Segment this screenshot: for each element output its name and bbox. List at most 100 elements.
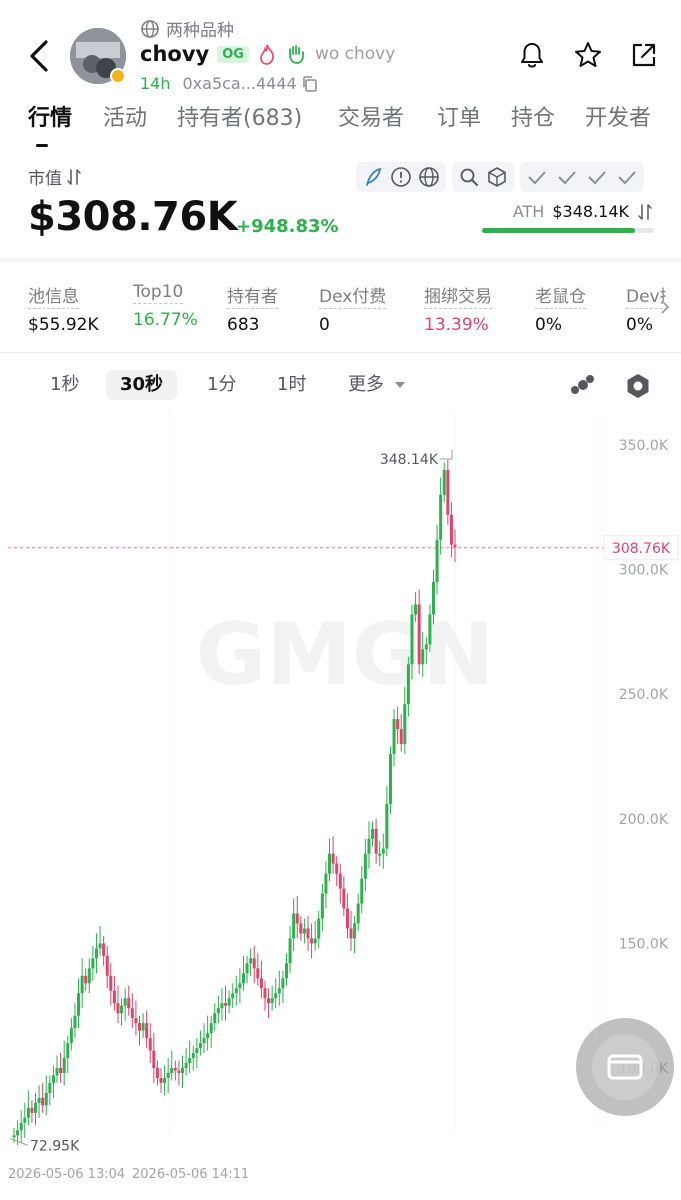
- search-icon[interactable]: [457, 165, 481, 189]
- floating-wallet-button[interactable]: [576, 1018, 674, 1116]
- candle-body: [324, 873, 328, 894]
- candle-body: [399, 729, 403, 745]
- check-group: [520, 162, 644, 192]
- active-tab-indicator: [36, 144, 48, 147]
- stat-pool[interactable]: 池信息 $55.92K: [28, 282, 99, 335]
- candle-body: [220, 1003, 224, 1009]
- candle-body: [349, 928, 353, 939]
- candle-body: [310, 938, 314, 944]
- candle-body: [328, 853, 332, 874]
- candle-body: [170, 1068, 174, 1073]
- feather-icon[interactable]: [361, 165, 385, 189]
- candle-body: [295, 913, 299, 924]
- tab-developer[interactable]: 开发者: [585, 100, 651, 132]
- candle-body: [320, 893, 324, 919]
- candle-body: [224, 1003, 228, 1006]
- caret-down-icon: [394, 382, 405, 388]
- candle-body: [371, 828, 375, 839]
- tab-holders[interactable]: 持有者(683): [177, 100, 302, 132]
- stat-dex-paid[interactable]: Dex付费 0: [319, 282, 387, 335]
- candle-body: [245, 963, 249, 974]
- copy-icon[interactable]: [301, 75, 319, 93]
- candle-body: [284, 963, 288, 979]
- market-cap-label-row[interactable]: 市值: [28, 164, 82, 189]
- candle-body: [439, 494, 443, 540]
- candle-body: [84, 975, 88, 984]
- stat-value: 16.77%: [133, 310, 198, 330]
- price-axis-tick: 150.0K: [619, 936, 669, 952]
- tab-positions[interactable]: 持仓: [511, 100, 555, 132]
- candle-body: [87, 968, 91, 984]
- candle-body: [213, 1013, 217, 1024]
- back-button[interactable]: [22, 36, 58, 76]
- timeframe-more[interactable]: 更多: [334, 370, 420, 400]
- candle-body: [353, 923, 357, 939]
- stat-value: 0%: [626, 315, 653, 335]
- candle-body: [385, 803, 389, 849]
- tab-activity[interactable]: 活动: [103, 100, 147, 132]
- candle-body: [16, 1130, 20, 1136]
- candle-body: [23, 1117, 27, 1123]
- candle-body: [414, 604, 418, 615]
- timeframe-30s[interactable]: 30秒: [106, 370, 178, 400]
- stat-top10[interactable]: Top10 16.77%: [133, 282, 198, 330]
- candle-body: [51, 1075, 55, 1083]
- candle-body: [148, 1038, 152, 1051]
- candle-body: [338, 873, 342, 889]
- bell-icon[interactable]: [517, 40, 547, 70]
- tab-orders[interactable]: 订单: [437, 100, 481, 132]
- tab-traders[interactable]: 交易者: [338, 100, 404, 132]
- timeframe-bar: 1秒 30秒 1分 1时 更多: [0, 366, 681, 406]
- check-icon: [618, 171, 636, 185]
- timeframe-1s[interactable]: 1秒: [36, 370, 93, 400]
- alert-icon[interactable]: [389, 165, 413, 189]
- stat-bundle[interactable]: 捆绑交易 13.39%: [424, 282, 492, 335]
- candle-body: [209, 1023, 213, 1034]
- ath-label: ATH: [512, 202, 545, 221]
- candle-body: [195, 1048, 199, 1054]
- candle-body: [166, 1072, 170, 1078]
- cube-icon[interactable]: [485, 165, 509, 189]
- candle-body: [173, 1068, 177, 1071]
- price-axis-tick: 250.0K: [619, 687, 669, 703]
- candle-body: [91, 958, 95, 969]
- timeframe-1h[interactable]: 1时: [263, 370, 320, 400]
- time-axis-tick: 2026-05-06 13:04: [8, 1167, 125, 1182]
- candle-body: [216, 1008, 220, 1014]
- candle-body: [363, 853, 367, 879]
- indicators-icon[interactable]: [568, 372, 596, 400]
- tag-text: 两种品种: [166, 21, 234, 41]
- website-globe-icon[interactable]: [417, 165, 441, 189]
- timeframe-1m[interactable]: 1分: [193, 370, 250, 400]
- ath-row: ATH $348.14K: [513, 202, 653, 221]
- candle-body: [69, 1028, 73, 1044]
- candle-body: [234, 988, 238, 994]
- star-icon[interactable]: [573, 40, 603, 70]
- share-icon[interactable]: [629, 40, 659, 70]
- tab-market[interactable]: 行情: [28, 100, 72, 132]
- current-price-label: 308.76K: [612, 541, 671, 557]
- stat-value: 13.39%: [424, 315, 489, 335]
- swap-vertical-icon[interactable]: [637, 203, 653, 221]
- candle-body: [202, 1038, 206, 1044]
- candle-body: [428, 614, 432, 645]
- candle-body: [30, 1107, 34, 1113]
- candle-body: [109, 975, 113, 991]
- check-icon: [558, 171, 576, 185]
- contract-address[interactable]: 0xa5ca...4444: [183, 74, 297, 93]
- candle-body: [127, 998, 131, 1009]
- candle-body: [77, 993, 81, 1016]
- low-label: 72.95K: [30, 1138, 80, 1154]
- stat-rat-trader[interactable]: 老鼠仓 0%: [535, 282, 586, 335]
- settings-hex-icon[interactable]: [624, 372, 652, 400]
- candle-body: [206, 1033, 210, 1039]
- candle-body: [249, 958, 253, 964]
- swap-vertical-icon: [67, 168, 81, 185]
- stat-holders[interactable]: 持有者 683: [227, 282, 278, 335]
- chevron-left-icon: [30, 40, 48, 72]
- candle-body: [424, 644, 428, 650]
- chevron-right-icon[interactable]: [659, 298, 671, 316]
- candle-body: [134, 1018, 138, 1024]
- token-alias: wo chovy: [314, 44, 396, 64]
- market-cap-value: $308.76K: [28, 194, 238, 240]
